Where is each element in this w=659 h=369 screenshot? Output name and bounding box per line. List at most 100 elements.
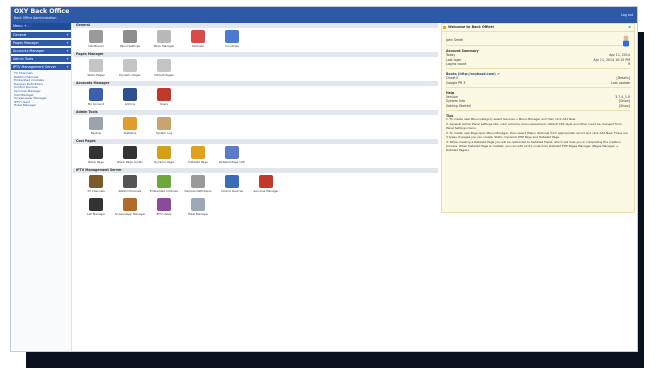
- close-icon[interactable]: ×: [628, 24, 631, 31]
- chart-icon[interactable]: [123, 117, 137, 130]
- shortcut-item[interactable]: Users: [147, 88, 181, 108]
- pen-icon[interactable]: [191, 146, 205, 159]
- sidebar-section[interactable]: General: [11, 32, 71, 38]
- info-value: Last update: [611, 80, 630, 85]
- icon-group: Admin Tools Backup Statistics System Log: [73, 110, 438, 138]
- logout-link[interactable]: Log out: [621, 13, 633, 17]
- satellite-icon[interactable]: [225, 175, 239, 188]
- sidebar-section[interactable]: Accounts Manager: [11, 48, 71, 54]
- app-title: OXY Back Office: [14, 8, 70, 15]
- info-value[interactable]: [Show]: [619, 104, 630, 108]
- shortcut-label: Statistics: [123, 131, 137, 135]
- shortcut-label: Detailed Page (Alt): [218, 160, 246, 164]
- puzzle-icon[interactable]: [157, 175, 171, 188]
- tip-text: 2. General Admin Panel settings like: co…: [446, 122, 622, 131]
- shortcut-item[interactable]: Static Pages: [79, 59, 113, 79]
- shortcut-label: Screensaver Manager: [114, 212, 146, 216]
- globe-icon[interactable]: [225, 30, 239, 43]
- shortcut-label: Countries: [225, 44, 239, 48]
- avatar-icon: [623, 35, 629, 47]
- shortcut-item[interactable]: Dashboard: [79, 30, 113, 50]
- icon-group: IPTV Management Server TV Channels RADIO C…: [73, 168, 438, 219]
- tip-text: 4. While creating a Detailed Page you wi…: [446, 139, 621, 152]
- shortcut-item[interactable]: Admins: [113, 88, 147, 108]
- phone-icon[interactable]: [89, 198, 103, 211]
- info-value: Apr 11, 2014 10:15 PM: [593, 57, 630, 62]
- shortcut-item[interactable]: Detailed Page (Alt): [215, 146, 249, 166]
- sidebar-section[interactable]: Admin Tools: [11, 56, 71, 62]
- sidebar-menu-toggle[interactable]: Menu + -: [11, 23, 71, 30]
- shortcut-item[interactable]: Devices Definitions: [181, 175, 215, 195]
- tv-icon[interactable]: [89, 175, 103, 188]
- shortcut-item[interactable]: Control Devices: [215, 175, 249, 195]
- shortcut-item[interactable]: Menu Manager: [147, 30, 181, 50]
- sidebar-subitem[interactable]: Hotel Manager: [11, 104, 71, 108]
- log-icon[interactable]: [157, 117, 171, 130]
- modules-icon[interactable]: [191, 30, 205, 43]
- shortcut-item[interactable]: Hotel Manager: [181, 198, 215, 218]
- shortcut-item[interactable]: Countries: [215, 30, 249, 50]
- sidebar: Menu + - General Pages Manager Accounts Ma…: [11, 23, 72, 351]
- devices-icon[interactable]: [191, 175, 205, 188]
- icon-row: Blank Page Blank Page (Lintb) Dynamic Page…: [73, 144, 438, 167]
- shortcut-label: Modules: [192, 44, 204, 48]
- divider: [446, 45, 630, 46]
- welcome-user: John Smith: [446, 38, 464, 42]
- shortcut-item[interactable]: TV Channels: [79, 175, 113, 195]
- hotel-icon[interactable]: [191, 198, 205, 211]
- shortcut-item[interactable]: Embedded modules: [147, 175, 181, 195]
- shortcut-item[interactable]: Backup: [79, 117, 113, 137]
- menu-icon[interactable]: [157, 30, 171, 43]
- shortcut-item[interactable]: My Account: [79, 88, 113, 108]
- sidebar-section[interactable]: IPTV Management Server: [11, 64, 71, 70]
- radio-icon[interactable]: [123, 175, 137, 188]
- divider: [446, 86, 630, 88]
- shortcut-label: Control Devices: [220, 189, 244, 193]
- shortcut-label: Blank Page: [88, 160, 104, 164]
- page-icon[interactable]: [123, 59, 137, 72]
- sidebar-section[interactable]: Pages Manager: [11, 40, 71, 46]
- trash-icon[interactable]: [89, 146, 103, 159]
- admin-icon[interactable]: [123, 88, 137, 101]
- page-icon[interactable]: [89, 59, 103, 72]
- shortcut-label: Panel Settings: [120, 44, 140, 48]
- app-subtitle: Back Office Administration: [14, 16, 57, 20]
- shortcut-item[interactable]: Default Pages: [147, 59, 181, 79]
- shortcut-item[interactable]: System Log: [147, 117, 181, 137]
- users-icon[interactable]: [157, 198, 171, 211]
- info-row: Logins count 9: [446, 62, 630, 66]
- shortcut-item[interactable]: Services Manager: [249, 175, 283, 195]
- database-icon[interactable]: [89, 117, 103, 130]
- shortcut-item[interactable]: Statistics: [113, 117, 147, 137]
- shortcut-item[interactable]: IPTV Users: [147, 198, 181, 218]
- shortcut-item[interactable]: Blank Page: [79, 146, 113, 166]
- shortcut-item[interactable]: Dynamic Pages: [113, 59, 147, 79]
- shortcut-label: Call Manager: [86, 212, 106, 216]
- shortcut-item[interactable]: Dynamic Page: [147, 146, 181, 166]
- disk-icon[interactable]: [225, 146, 239, 159]
- page-icon[interactable]: [157, 59, 171, 72]
- user-icon[interactable]: [89, 88, 103, 101]
- settings-icon[interactable]: [123, 30, 137, 43]
- shortcut-label: TV Channels: [87, 189, 105, 193]
- shortcut-item[interactable]: Screensaver Manager: [113, 198, 147, 218]
- icon-group: Pages Manager Static Pages Dynamic Pages De…: [73, 52, 438, 80]
- icon-group: Cool Pages Blank Page Blank Page (Lintb) Dy…: [73, 139, 438, 167]
- house-icon[interactable]: [89, 30, 103, 43]
- shortcut-item[interactable]: Call Manager: [79, 198, 113, 218]
- shortcut-label: Default Pages: [154, 73, 174, 77]
- shortcut-item[interactable]: Blank Page (Lintb): [113, 146, 147, 166]
- cube-icon[interactable]: [259, 175, 273, 188]
- users-icon[interactable]: [157, 88, 171, 101]
- main-panel: General Dashboard Panel Settings Menu Manag…: [73, 23, 438, 351]
- screen-icon[interactable]: [123, 198, 137, 211]
- welcome-header: Welcome to Back Office! ×: [442, 24, 634, 32]
- trash-icon[interactable]: [123, 146, 137, 159]
- shortcut-item[interactable]: Panel Settings: [113, 30, 147, 50]
- shortcut-item[interactable]: RADIO Channels: [113, 175, 147, 195]
- shortcut-item[interactable]: Modules: [181, 30, 215, 50]
- info-key: Getting Started: [446, 103, 471, 108]
- shortcut-label: Admins: [124, 102, 136, 106]
- bell-icon[interactable]: [157, 146, 171, 159]
- shortcut-item[interactable]: Detailed Page: [181, 146, 215, 166]
